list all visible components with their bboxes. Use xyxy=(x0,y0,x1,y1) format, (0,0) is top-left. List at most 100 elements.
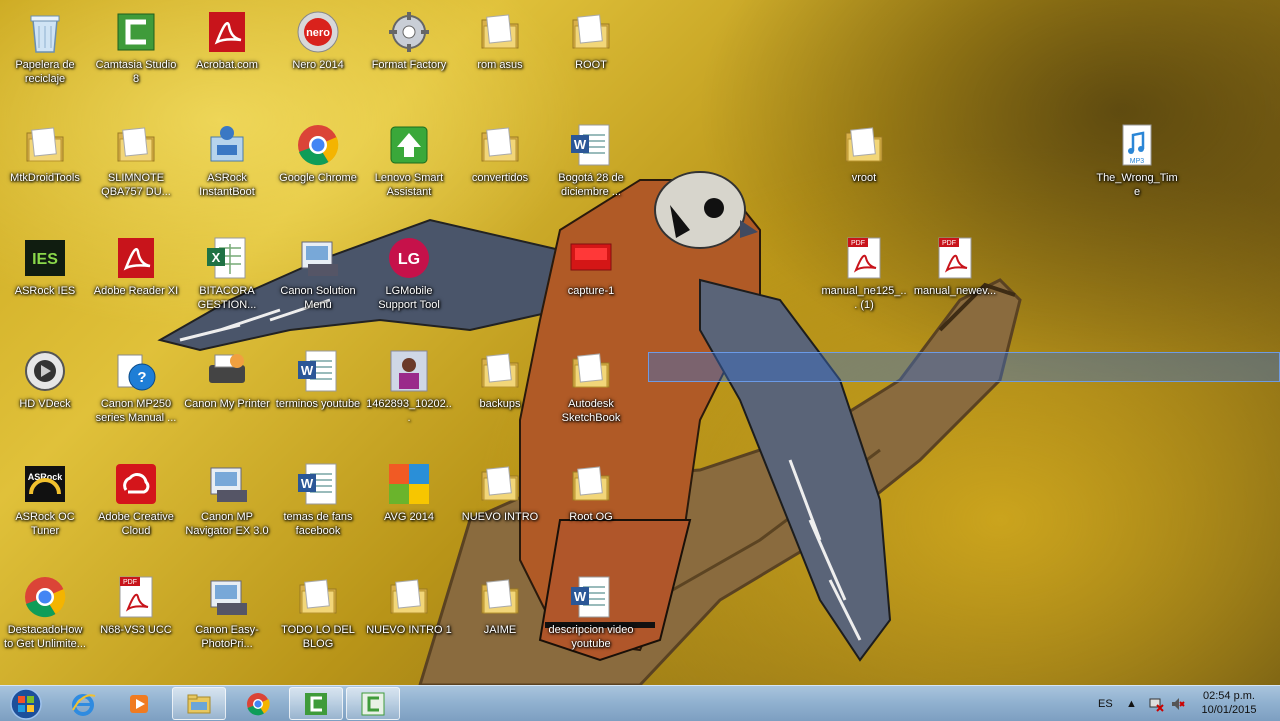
desktop-icon-backups[interactable]: backups xyxy=(455,343,545,451)
desktop-icon-label: Papelera de reciclaje xyxy=(15,59,75,85)
desktop-icon-vroot[interactable]: vroot xyxy=(819,117,909,225)
desktop-icon-adobe-reader-xi[interactable]: Adobe Reader XI xyxy=(91,230,181,338)
desktop-icon-canon-mp-navigator-ex-3-0[interactable]: Canon MP Navigator EX 3.0 xyxy=(182,456,272,564)
word-icon: W xyxy=(294,460,342,508)
desktop-icon-avg-2014[interactable]: AVG 2014 xyxy=(364,456,454,564)
desktop-icon-label: MtkDroidTools xyxy=(10,172,80,184)
desktop-icon-mtkdroidtools[interactable]: MtkDroidTools xyxy=(0,117,90,225)
taskbar-internet-explorer[interactable] xyxy=(56,687,110,720)
desktop-icon-canon-solution-menu[interactable]: Canon Solution Menu xyxy=(273,230,363,338)
svg-text:W: W xyxy=(574,589,587,604)
selection-rectangle xyxy=(648,352,1280,382)
format-factory-icon xyxy=(385,8,433,56)
recycle-bin-icon xyxy=(21,8,69,56)
desktop-icon-1462893-10202[interactable]: 1462893_10202... xyxy=(364,343,454,451)
clock[interactable]: 02:54 p.m. 10/01/2015 xyxy=(1188,689,1270,717)
camtasia-icon xyxy=(305,692,327,715)
desktop-icon-root[interactable]: ROOT xyxy=(546,4,636,112)
desktop-icon-label: JAIME xyxy=(483,624,517,636)
desktop-icon-label: Adobe Reader XI xyxy=(93,285,179,297)
desktop-icon-label: Nero 2014 xyxy=(292,59,344,71)
desktop-icon-autodesk-sketchbook[interactable]: Autodesk SketchBook xyxy=(546,343,636,451)
desktop-icon-lgmobile-support-tool[interactable]: LG LGMobile Support Tool xyxy=(364,230,454,338)
photo-icon xyxy=(385,347,433,395)
chrome-icon xyxy=(247,692,270,715)
taskbar-camtasia-recorder[interactable] xyxy=(346,687,400,720)
chrome-icon xyxy=(21,573,69,621)
desktop-icon-label: Canon MP250 series Manual ... xyxy=(95,398,177,424)
desktop-icon-acrobat-com[interactable]: Acrobat.com xyxy=(182,4,272,112)
folder-icon xyxy=(21,121,69,169)
desktop-icon-manual-ne125-1[interactable]: PDF manual_ne125_... (1) xyxy=(819,230,909,338)
word-icon: W xyxy=(294,347,342,395)
desktop-icon-label: HD VDeck xyxy=(19,398,71,410)
avg-icon xyxy=(385,460,433,508)
desktop-icon-label: Canon My Printer xyxy=(184,398,270,410)
start-button[interactable] xyxy=(4,687,48,720)
desktop-icon-asrock-instantboot[interactable]: ASRock InstantBoot xyxy=(182,117,272,225)
asrock-oc-icon: ASRock xyxy=(21,460,69,508)
taskbar-file-explorer[interactable] xyxy=(172,687,226,720)
svg-text:PDF: PDF xyxy=(942,240,956,247)
nero-icon: nero xyxy=(294,8,342,56)
desktop-icon-lenovo-smart-assistant[interactable]: Lenovo Smart Assistant xyxy=(364,117,454,225)
desktop-icon-rom-asus[interactable]: rom asus xyxy=(455,4,545,112)
taskbar-media-player[interactable] xyxy=(112,687,166,720)
desktop-icon-slimnote-qba757-du[interactable]: SLIMNOTE QBA757 DU... xyxy=(91,117,181,225)
mp3-icon: MP3 xyxy=(1113,121,1161,169)
desktop-icon-canon-easy-photopri[interactable]: Canon Easy-PhotoPri... xyxy=(182,569,272,677)
desktop-icon-bogot-28-de-diciembre[interactable]: W Bogotá 28 de diciembre ... xyxy=(546,117,636,225)
desktop-icon-descripcion-video-youtube[interactable]: Wdescripcion video youtube xyxy=(546,569,636,677)
folder-icon xyxy=(294,573,342,621)
media-player-icon xyxy=(130,694,148,713)
desktop-icon-adobe-creative-cloud[interactable]: Adobe Creative Cloud xyxy=(91,456,181,564)
tray-network[interactable] xyxy=(1148,686,1164,721)
taskbar-chrome[interactable] xyxy=(231,687,285,720)
folder-icon xyxy=(567,347,615,395)
file-explorer-icon xyxy=(187,694,211,713)
capture-icon xyxy=(567,234,615,282)
svg-text:X: X xyxy=(212,250,221,265)
desktop-icon-bitacora-gestion[interactable]: X BITACORA GESTION... xyxy=(182,230,272,338)
desktop-icon-the-wrong-time[interactable]: MP3 The_Wrong_Time xyxy=(1092,117,1182,225)
desktop-icon-root-og[interactable]: Root OG xyxy=(546,456,636,564)
desktop-icon-jaime[interactable]: JAIME xyxy=(455,569,545,677)
chevron-up-icon: ▲ xyxy=(1126,697,1137,710)
desktop-icon-camtasia-studio-8[interactable]: Camtasia Studio 8 xyxy=(91,4,181,112)
desktop-icon-asrock-oc-tuner[interactable]: ASRock ASRock OC Tuner xyxy=(0,456,90,564)
desktop-icon-label: NUEVO INTRO 1 xyxy=(366,624,452,636)
desktop-icon-hd-vdeck[interactable]: HD VDeck xyxy=(0,343,90,451)
desktop-icon-format-factory[interactable]: Format Factory xyxy=(364,4,454,112)
desktop-icon-label: terminos youtube xyxy=(275,398,361,410)
taskbar-camtasia-studio[interactable] xyxy=(289,687,343,720)
desktop-icon-temas-de-fans-facebook[interactable]: Wtemas de fans facebook xyxy=(273,456,363,564)
desktop-icon-manual-newev[interactable]: PDF manual_newev... xyxy=(910,230,1000,338)
desktop-icon-label: Canon Solution Menu xyxy=(280,285,356,311)
desktop-icon-nero-2014[interactable]: nero Nero 2014 xyxy=(273,4,363,112)
desktop-icon-terminos-youtube[interactable]: Wterminos youtube xyxy=(273,343,363,451)
desktop-icon-nuevo-intro[interactable]: NUEVO INTRO xyxy=(455,456,545,564)
desktop-icon-capture-1[interactable]: capture-1 xyxy=(546,230,636,338)
desktop-icon-n68-vs3-ucc[interactable]: PDF N68-VS3 UCC xyxy=(91,569,181,677)
folder-icon xyxy=(476,573,524,621)
desktop-icon-asrock-ies[interactable]: IES ASRock IES xyxy=(0,230,90,338)
pdf-file-icon: PDF xyxy=(840,234,888,282)
desktop-icon-label: Canon Easy-PhotoPri... xyxy=(195,624,259,650)
desktop-icon-nuevo-intro-1[interactable]: NUEVO INTRO 1 xyxy=(364,569,454,677)
desktop-icon-label: Adobe Creative Cloud xyxy=(98,511,174,537)
desktop-icon-label: The_Wrong_Time xyxy=(1096,172,1178,198)
desktop-icon-convertidos[interactable]: convertidos xyxy=(455,117,545,225)
svg-text:W: W xyxy=(574,137,587,152)
desktop-icon-todo-lo-del-blog[interactable]: TODO LO DEL BLOG xyxy=(273,569,363,677)
folder-icon xyxy=(476,121,524,169)
language-indicator[interactable]: ES xyxy=(1098,686,1113,721)
show-hidden-icons-button[interactable]: ▲ xyxy=(1126,686,1137,721)
desktop-icon-google-chrome[interactable]: Google Chrome xyxy=(273,117,363,225)
desktop-icon-canon-mp250-series-manual[interactable]: ? Canon MP250 series Manual ... xyxy=(91,343,181,451)
desktop-icon-destacadohow-to-get-unlimite[interactable]: DestacadoHow to Get Unlimite... xyxy=(0,569,90,677)
canon-icon xyxy=(203,460,251,508)
desktop-icon-canon-my-printer[interactable]: Canon My Printer xyxy=(182,343,272,451)
desktop-icon-label: backups xyxy=(479,398,521,410)
tray-volume[interactable] xyxy=(1170,686,1186,721)
desktop-icon-papelera-de-reciclaje[interactable]: Papelera de reciclaje xyxy=(0,4,90,112)
